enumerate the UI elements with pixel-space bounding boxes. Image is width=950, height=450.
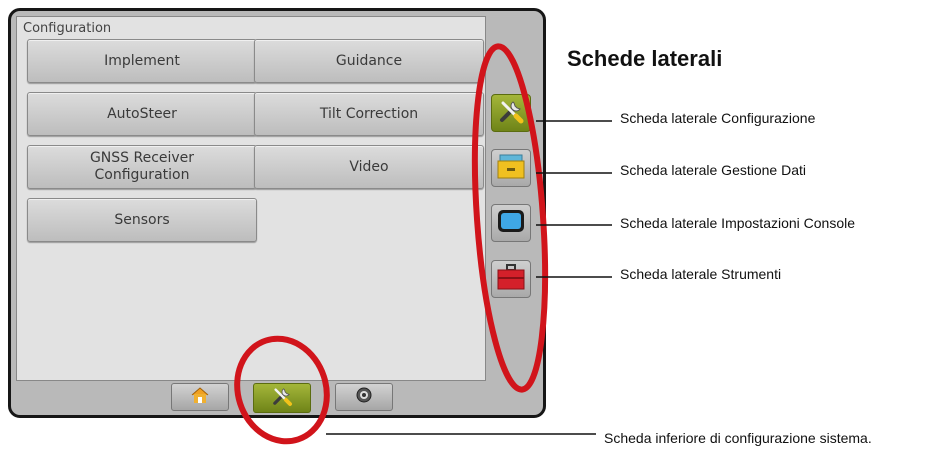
tilt-correction-button[interactable]: Tilt Correction	[254, 92, 484, 136]
bottom-tab-home[interactable]	[171, 383, 229, 411]
bottom-tab-gauge[interactable]	[335, 383, 393, 411]
implement-button[interactable]: Implement	[27, 39, 257, 83]
annotation-title: Schede laterali	[567, 46, 723, 71]
gauge-icon	[355, 386, 373, 408]
console-screen: Configuration Implement Guidance AutoSte…	[8, 8, 546, 418]
side-tab-data-management[interactable]	[491, 149, 531, 187]
side-tab-tools[interactable]	[491, 260, 531, 298]
tools-icon	[270, 384, 294, 412]
configuration-panel: Configuration Implement Guidance AutoSte…	[16, 16, 486, 381]
bottom-tab-bar	[171, 383, 393, 413]
annotation-bottom-tab: Scheda inferiore di configurazione siste…	[604, 430, 872, 446]
sensors-button[interactable]: Sensors	[27, 198, 257, 242]
toolbox-icon	[496, 263, 526, 295]
console-screen-icon	[496, 208, 526, 238]
data-folder-icon	[496, 152, 526, 184]
annotation-data-management: Scheda laterale Gestione Dati	[620, 162, 806, 178]
panel-title: Configuration	[23, 21, 112, 36]
video-button[interactable]: Video	[254, 145, 484, 189]
home-icon	[190, 386, 210, 408]
annotation-tools: Scheda laterale Strumenti	[620, 266, 782, 282]
bottom-tab-system-setup[interactable]	[253, 383, 311, 413]
annotation-configuration: Scheda laterale Configurazione	[620, 110, 816, 126]
side-tab-console-settings[interactable]	[491, 204, 531, 242]
tools-icon	[496, 96, 526, 130]
autosteer-button[interactable]: AutoSteer	[27, 92, 257, 136]
gnss-receiver-configuration-button[interactable]: GNSS Receiver Configuration	[27, 145, 257, 189]
guidance-button[interactable]: Guidance	[254, 39, 484, 83]
side-tab-configuration[interactable]	[491, 94, 531, 132]
annotation-console-settings: Scheda laterale Impostazioni Console	[620, 215, 856, 231]
